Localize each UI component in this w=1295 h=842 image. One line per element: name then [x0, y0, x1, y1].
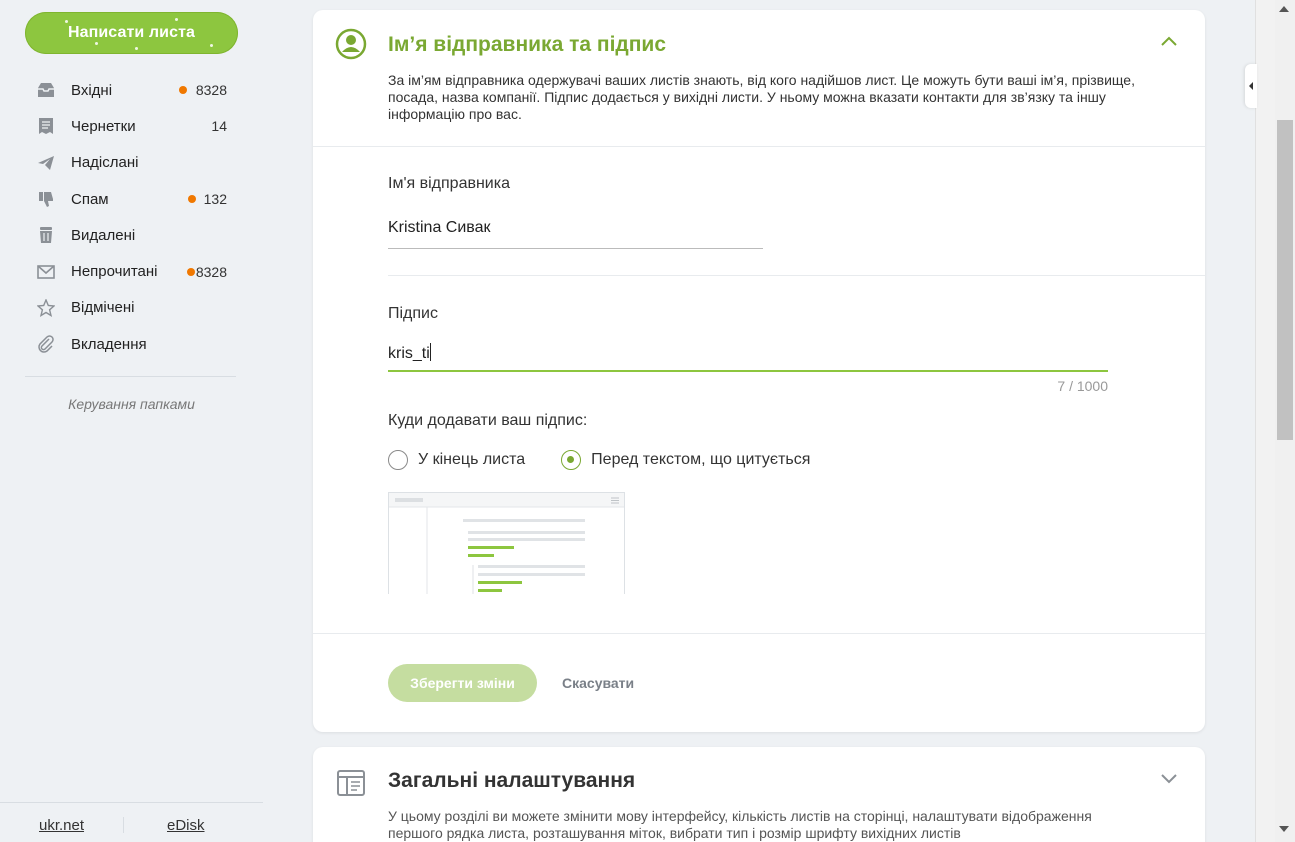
- sender-name-label: Ім'я відправника: [388, 175, 510, 192]
- sender-name-underline: [388, 248, 763, 249]
- sidebar-item-label: Видалені: [71, 226, 136, 244]
- collapse-panel-button[interactable]: [1245, 64, 1257, 108]
- user-circle-icon: [335, 28, 367, 60]
- caret-left-icon: [1249, 82, 1253, 90]
- text-cursor: [429, 343, 431, 361]
- sidebar-item-drafts[interactable]: Чернетки 14: [0, 108, 263, 144]
- unread-icon: [36, 262, 56, 282]
- sidebar-item-label: Вкладення: [71, 335, 147, 353]
- snow-dot: [135, 47, 138, 50]
- signature-underline: [388, 370, 1108, 372]
- radio-end-of-letter[interactable]: [388, 450, 408, 470]
- signature-label: Підпис: [388, 305, 438, 322]
- compose-label: Написати листа: [67, 24, 196, 41]
- signature-input[interactable]: kris_ti: [388, 343, 431, 363]
- card-title[interactable]: Ім’я відправника та підпис: [388, 33, 666, 57]
- sidebar-item-sent[interactable]: Надіслані: [0, 145, 263, 181]
- drafts-icon: [36, 116, 56, 136]
- unread-badge: [179, 86, 187, 95]
- sidebar: Написати листа Вхідні 8328 Чернетки 14 Н…: [0, 0, 263, 842]
- sidebar-divider: [25, 376, 236, 377]
- inbox-icon: [36, 80, 56, 100]
- signature-preview-illustration: [388, 492, 625, 594]
- radio-label[interactable]: У кінець листа: [418, 451, 525, 469]
- scroll-down-icon[interactable]: [1279, 826, 1289, 832]
- star-icon: [36, 298, 56, 318]
- compose-button[interactable]: Написати листа: [25, 12, 238, 54]
- sidebar-item-label: Спам: [71, 190, 109, 208]
- snow-dot: [175, 18, 178, 21]
- sidebar-item-label: Надіслані: [71, 154, 139, 172]
- sidebar-item-label: Непрочитані: [71, 263, 158, 281]
- divider: [313, 146, 1205, 147]
- sidebar-item-trash[interactable]: Видалені: [0, 217, 263, 253]
- divider: [313, 633, 1205, 634]
- folder-count: 8328: [195, 263, 227, 280]
- card-title[interactable]: Загальні налаштування: [388, 769, 635, 793]
- placement-options: У кінець листа Перед текстом, що цитуєть…: [388, 450, 810, 470]
- scrollbar-thumb[interactable]: [1277, 120, 1293, 440]
- spam-icon: [36, 189, 56, 209]
- chevron-down-icon[interactable]: [1159, 771, 1179, 785]
- save-button[interactable]: Зберегти зміни: [388, 664, 537, 702]
- layout-icon: [335, 767, 367, 799]
- chevron-up-icon[interactable]: [1159, 34, 1179, 48]
- sender-signature-card: Ім’я відправника та підпис За ім’ям відп…: [313, 10, 1205, 732]
- cancel-button[interactable]: Скасувати: [562, 675, 634, 691]
- placement-label: Куди додавати ваш підпис:: [388, 412, 588, 429]
- footer-divider: [123, 817, 124, 833]
- sidebar-footer: ukr.net eDisk: [0, 802, 263, 842]
- sidebar-item-label: Чернетки: [71, 117, 136, 135]
- trash-icon: [36, 225, 56, 245]
- unread-badge: [187, 267, 195, 276]
- sidebar-item-attachments[interactable]: Вкладення: [0, 326, 263, 362]
- manage-folders-link[interactable]: Керування папками: [0, 396, 263, 412]
- general-settings-card: Загальні налаштування У цьому розділі ви…: [313, 747, 1205, 842]
- unread-badge: [188, 195, 196, 204]
- snow-dot: [95, 42, 98, 45]
- snow-dot: [210, 44, 213, 47]
- card-description: За ім’ям відправника одержувачі ваших ли…: [388, 72, 1135, 122]
- sidebar-item-unread[interactable]: Непрочитані 8328: [0, 253, 263, 289]
- attachment-icon: [36, 334, 56, 354]
- edisk-link[interactable]: eDisk: [167, 817, 205, 834]
- signature-value: kris_ti: [388, 345, 430, 362]
- folder-count: 132: [203, 191, 227, 208]
- signature-counter: 7 / 1000: [1057, 378, 1108, 394]
- divider: [388, 275, 1205, 276]
- sidebar-item-starred[interactable]: Відмічені: [0, 290, 263, 326]
- radio-label[interactable]: Перед текстом, що цитується: [591, 451, 810, 469]
- ukr-net-link[interactable]: ukr.net: [39, 817, 84, 834]
- sender-name-input[interactable]: Kristina Сивак: [388, 219, 491, 237]
- radio-before-quote[interactable]: [561, 450, 582, 470]
- sidebar-item-label: Вхідні: [71, 81, 113, 99]
- folder-count: 14: [211, 118, 227, 135]
- sidebar-item-inbox[interactable]: Вхідні 8328: [0, 72, 263, 108]
- card-description: У цьому розділі ви можете змінити мову і…: [388, 808, 1092, 841]
- sidebar-item-label: Відмічені: [71, 299, 135, 317]
- sidebar-item-spam[interactable]: Спам 132: [0, 181, 263, 217]
- snow-dot: [65, 20, 68, 23]
- sent-icon: [36, 153, 56, 173]
- scroll-up-icon[interactable]: [1279, 6, 1289, 12]
- folder-count: 8328: [195, 82, 227, 99]
- folder-list: Вхідні 8328 Чернетки 14 Надіслані Спам 1…: [0, 72, 263, 362]
